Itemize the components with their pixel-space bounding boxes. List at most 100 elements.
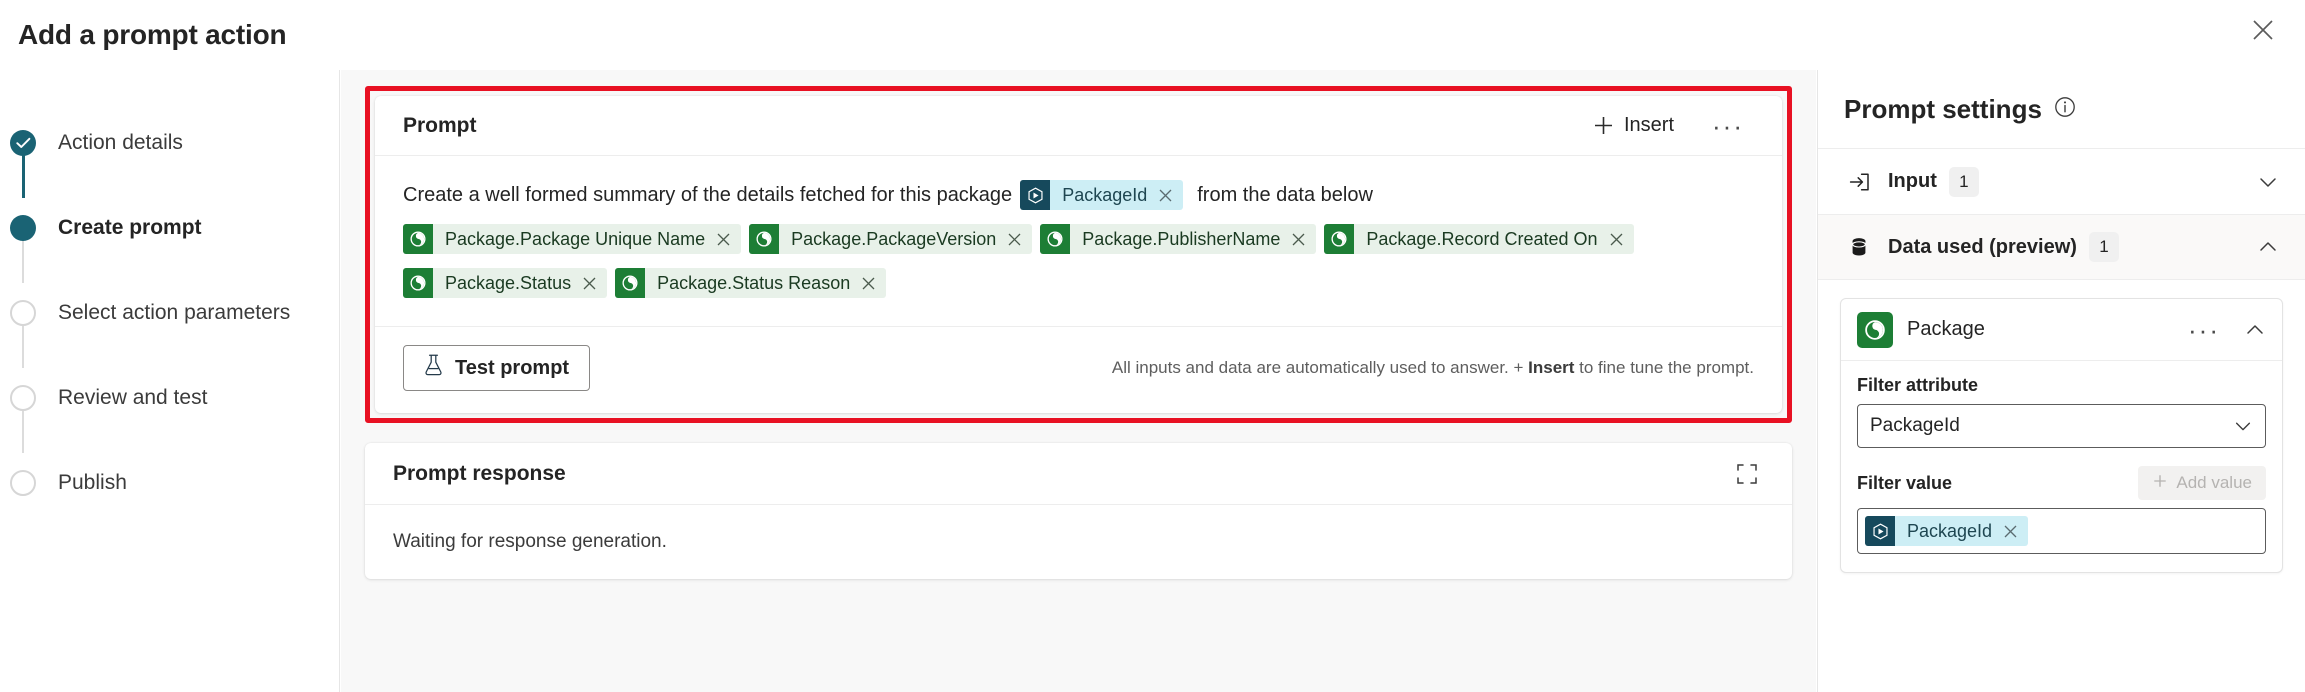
prompt-card: Prompt Insert ··· Create a well formed s… — [375, 96, 1782, 413]
prompt-editor[interactable]: Create a well formed summary of the deta… — [375, 156, 1782, 327]
prompt-data-chips-row2: Package.Status Package.Status Reason — [403, 264, 1754, 302]
close-icon[interactable] — [2002, 525, 2028, 538]
input-arrow-icon — [1844, 171, 1874, 193]
data-source-header: Package ··· — [1841, 299, 2282, 361]
hint-part2: to fine tune the prompt. — [1574, 358, 1754, 377]
prompt-card-footer: Test prompt All inputs and data are auto… — [375, 327, 1782, 413]
data-chip-label: Package.PackageVersion — [791, 228, 997, 249]
prompt-card-title: Prompt — [403, 113, 477, 137]
prompt-text-before: Create a well formed summary of the deta… — [403, 184, 1013, 206]
prompt-settings-panel: Prompt settings Input 1 Data used (previ… — [1817, 70, 2305, 692]
prompt-card-header: Prompt Insert ··· — [375, 96, 1782, 156]
dataverse-table-icon — [615, 268, 646, 298]
close-icon[interactable] — [1290, 233, 1316, 246]
filter-value-input[interactable]: PackageId — [1857, 508, 2266, 554]
step-todo-icon — [10, 300, 36, 326]
data-source-more-options-button[interactable]: ··· — [2178, 314, 2230, 345]
prompt-text-line: Create a well formed summary of the deta… — [403, 176, 1754, 214]
prompt-response-title: Prompt response — [393, 461, 566, 485]
dataverse-table-icon — [1857, 311, 1893, 348]
sidebar-item-publish[interactable]: Publish — [0, 466, 339, 500]
settings-section-data-used[interactable]: Data used (preview) 1 — [1818, 214, 2305, 280]
data-chip[interactable]: Package.PackageVersion — [749, 224, 1033, 254]
sidebar-item-action-details[interactable]: Action details — [0, 126, 339, 160]
close-icon[interactable] — [715, 233, 741, 246]
sidebar-item-label: Select action parameters — [58, 301, 291, 324]
chevron-down-icon[interactable] — [2257, 171, 2279, 193]
add-prompt-action-dialog: Add a prompt action Action details Creat… — [0, 0, 2305, 692]
dataverse-table-icon — [1324, 224, 1355, 254]
filter-value-label: Filter value — [1857, 472, 1953, 493]
input-token-icon — [1020, 180, 1051, 210]
prompt-response-body: Waiting for response generation. — [393, 531, 667, 552]
sidebar-item-label: Publish — [58, 471, 127, 494]
chevron-up-icon[interactable] — [2244, 319, 2266, 341]
data-chip[interactable]: Package.Record Created On — [1324, 224, 1634, 254]
hint-bold: Insert — [1528, 358, 1575, 377]
sidebar-item-create-prompt[interactable]: Create prompt — [0, 211, 339, 245]
close-icon[interactable] — [1608, 233, 1634, 246]
prompt-footer-hint: All inputs and data are automatically us… — [1112, 358, 1754, 378]
data-chip[interactable]: Package.Package Unique Name — [403, 224, 742, 254]
input-token-icon — [1865, 516, 1895, 546]
prompt-token-chip[interactable]: PackageId — [1020, 180, 1184, 210]
hint-part1: All inputs and data are automatically us… — [1111, 358, 1529, 377]
prompt-token-label: PackageId — [1062, 185, 1148, 205]
filter-attribute-value: PackageId — [1870, 415, 1960, 436]
step-todo-icon — [10, 385, 36, 411]
filter-attribute-select[interactable]: PackageId — [1857, 404, 2266, 448]
flask-icon — [424, 354, 443, 382]
plus-icon — [2152, 473, 2168, 494]
filter-value-chip[interactable]: PackageId — [1865, 516, 2029, 546]
dataverse-table-icon — [749, 224, 780, 254]
prompt-card-highlight: Prompt Insert ··· Create a well formed s… — [365, 86, 1792, 423]
main-content: Prompt Insert ··· Create a well formed s… — [341, 70, 1816, 692]
step-done-icon — [10, 130, 36, 156]
prompt-response-header: Prompt response — [365, 443, 1792, 505]
expand-icon[interactable] — [1730, 457, 1764, 491]
step-current-icon — [10, 215, 36, 241]
close-icon[interactable] — [1006, 233, 1032, 246]
wizard-steps: Action details Create prompt Select acti… — [0, 70, 340, 692]
close-icon[interactable] — [2241, 8, 2285, 52]
prompt-data-chips: Package.Package Unique Name Package.Pack… — [403, 220, 1754, 258]
prompt-response-card: Prompt response Waiting for response gen… — [365, 443, 1792, 579]
prompt-more-options-button[interactable]: ··· — [1702, 110, 1754, 141]
dataverse-table-icon — [403, 224, 433, 254]
sidebar-item-review-and-test[interactable]: Review and test — [0, 381, 339, 415]
test-prompt-button-label: Test prompt — [455, 356, 570, 379]
info-icon[interactable] — [2054, 96, 2076, 123]
sidebar-item-label: Create prompt — [58, 216, 202, 239]
dataverse-table-icon — [403, 268, 433, 298]
prompt-settings-title: Prompt settings — [1844, 93, 2042, 124]
data-chip-label: Package.PublisherName — [1082, 228, 1281, 249]
data-chip-label: Package.Package Unique Name — [445, 228, 706, 249]
settings-section-label: Data used (preview) — [1888, 235, 2077, 258]
data-source-body: Filter attribute PackageId Filter value … — [1841, 361, 2282, 572]
sidebar-item-select-action-parameters[interactable]: Select action parameters — [0, 296, 339, 330]
data-chip[interactable]: Package.PublisherName — [1040, 224, 1317, 254]
close-icon[interactable] — [1157, 189, 1183, 202]
insert-button-label: Insert — [1623, 114, 1675, 136]
settings-section-badge: 1 — [1948, 166, 1979, 197]
chevron-up-icon[interactable] — [2257, 236, 2279, 258]
insert-button[interactable]: Insert — [1583, 108, 1684, 143]
chevron-down-icon — [2233, 416, 2253, 436]
filter-value-row: Filter value Add value — [1857, 466, 2266, 500]
sidebar-item-label: Action details — [58, 131, 183, 154]
ellipsis-icon: ··· — [1712, 110, 1744, 141]
ellipsis-icon: ··· — [2188, 314, 2220, 345]
data-chip[interactable]: Package.Status — [403, 268, 608, 298]
close-icon[interactable] — [581, 277, 607, 290]
data-chip-label: Package.Record Created On — [1366, 228, 1598, 249]
sidebar-item-label: Review and test — [58, 386, 208, 409]
add-value-label: Add value — [2176, 473, 2252, 492]
prompt-settings-header: Prompt settings — [1818, 70, 2305, 148]
settings-section-input[interactable]: Input 1 — [1818, 148, 2305, 214]
close-icon[interactable] — [860, 277, 886, 290]
add-value-button[interactable]: Add value — [2138, 466, 2266, 500]
dataverse-table-icon — [1040, 224, 1071, 254]
data-chip[interactable]: Package.Status Reason — [615, 268, 887, 298]
data-chip-label: Package.Status — [445, 272, 572, 293]
test-prompt-button[interactable]: Test prompt — [403, 345, 591, 391]
